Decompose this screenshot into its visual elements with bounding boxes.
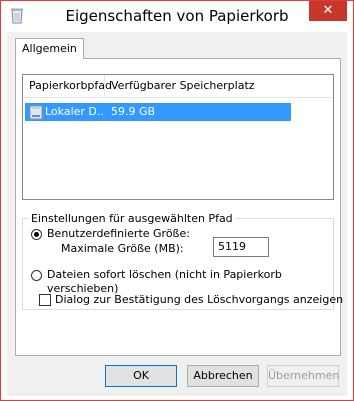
ok-button[interactable]: OK xyxy=(105,365,177,387)
drive-icon xyxy=(29,105,43,120)
delete-immediately-label-line1[interactable]: Dateien sofort löschen (nicht in Papierk… xyxy=(47,268,282,281)
close-button[interactable]: ✕ xyxy=(309,1,347,21)
max-size-input[interactable]: 5119 xyxy=(213,237,269,257)
window-title: Eigenschaften von Papierkorb xyxy=(65,7,289,25)
list-header: Papierkorbpfad Verfügbarer Speicherplatz xyxy=(23,75,333,98)
dialog-client-area: Allgemein Papierkorbpfad Verfügbarer Spe… xyxy=(7,32,347,396)
radio-custom-size[interactable] xyxy=(31,229,42,240)
radio-delete-immediately[interactable] xyxy=(31,270,42,281)
path-cell: Lokaler D... xyxy=(45,105,105,118)
recycle-bin-path-list[interactable]: Papierkorbpfad Verfügbarer Speicherplatz… xyxy=(22,74,334,200)
column-header-space[interactable]: Verfügbarer Speicherplatz xyxy=(105,75,333,97)
apply-button[interactable]: Übernehmen xyxy=(267,365,339,387)
confirm-delete-checkbox[interactable] xyxy=(39,294,51,306)
properties-window: Eigenschaften von Papierkorb ✕ Allgemein… xyxy=(0,0,354,401)
max-size-label: Maximale Größe (MB): xyxy=(61,242,184,255)
radio-selected-dot xyxy=(34,232,39,237)
group-label: Einstellungen für ausgewählten Pfad xyxy=(29,212,235,225)
list-item[interactable]: Lokaler D... 59.9 GB xyxy=(25,103,291,121)
confirm-delete-label[interactable]: Dialog zur Bestätigung des Löschvorgangs… xyxy=(55,293,343,306)
space-cell: 59.9 GB xyxy=(111,105,156,118)
column-header-path[interactable]: Papierkorbpfad xyxy=(23,75,112,97)
cancel-button[interactable]: Abbrechen xyxy=(187,365,259,387)
custom-size-label[interactable]: Benutzerdefinierte Größe: xyxy=(47,227,190,240)
tab-allgemein[interactable]: Allgemein xyxy=(15,38,84,59)
title-bar[interactable]: Eigenschaften von Papierkorb ✕ xyxy=(1,1,353,31)
